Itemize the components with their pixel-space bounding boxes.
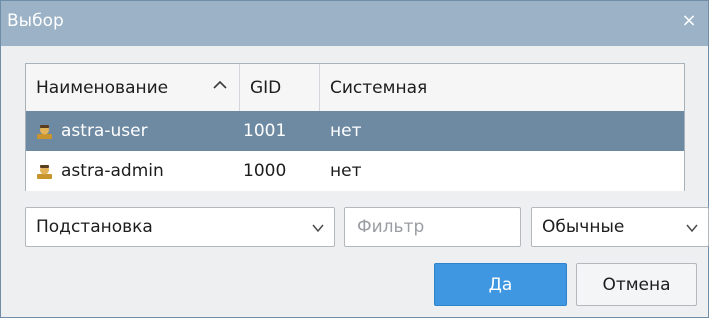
row-gid: 1000 bbox=[243, 161, 287, 181]
column-header-system-label: Системная bbox=[330, 77, 428, 98]
user-icon bbox=[37, 124, 52, 139]
chevron-down-icon bbox=[686, 224, 698, 233]
table-row[interactable]: astra-admin 1000 нет bbox=[26, 151, 684, 191]
row-name-cell: astra-admin bbox=[36, 151, 164, 191]
table-row[interactable]: astra-user 1001 нет bbox=[26, 111, 684, 151]
dialog-window: Выбор × Наименование GID Системная astra… bbox=[0, 0, 709, 318]
sort-ascending-icon bbox=[213, 80, 227, 89]
substitution-select-label: Подстановка bbox=[36, 217, 153, 237]
filter-input[interactable] bbox=[344, 207, 521, 247]
kind-select-label: Обычные bbox=[542, 217, 625, 237]
substitution-select[interactable]: Подстановка bbox=[25, 207, 335, 247]
dialog-title: Выбор bbox=[7, 11, 64, 31]
row-gid: 1001 bbox=[243, 121, 287, 141]
table-header: Наименование GID Системная bbox=[26, 64, 684, 112]
row-name: astra-admin bbox=[61, 161, 164, 181]
kind-select[interactable]: Обычные bbox=[531, 207, 709, 247]
column-header-name-label: Наименование bbox=[36, 77, 169, 98]
row-system: нет bbox=[330, 121, 362, 141]
row-name-cell: astra-user bbox=[36, 111, 148, 151]
chevron-down-icon bbox=[312, 224, 324, 233]
column-header-gid-label: GID bbox=[250, 77, 282, 98]
column-header-gid[interactable]: GID bbox=[240, 64, 320, 111]
column-header-name[interactable]: Наименование bbox=[26, 64, 240, 111]
ok-button[interactable]: Да bbox=[434, 263, 567, 306]
row-system: нет bbox=[330, 161, 362, 181]
user-icon bbox=[37, 164, 52, 179]
close-icon[interactable]: × bbox=[678, 9, 700, 31]
title-bar[interactable]: Выбор × bbox=[1, 1, 708, 46]
column-header-system[interactable]: Системная bbox=[320, 64, 684, 111]
row-name: astra-user bbox=[61, 121, 148, 141]
groups-table: Наименование GID Системная astra-user 10… bbox=[25, 63, 685, 191]
cancel-button[interactable]: Отмена bbox=[576, 263, 697, 306]
